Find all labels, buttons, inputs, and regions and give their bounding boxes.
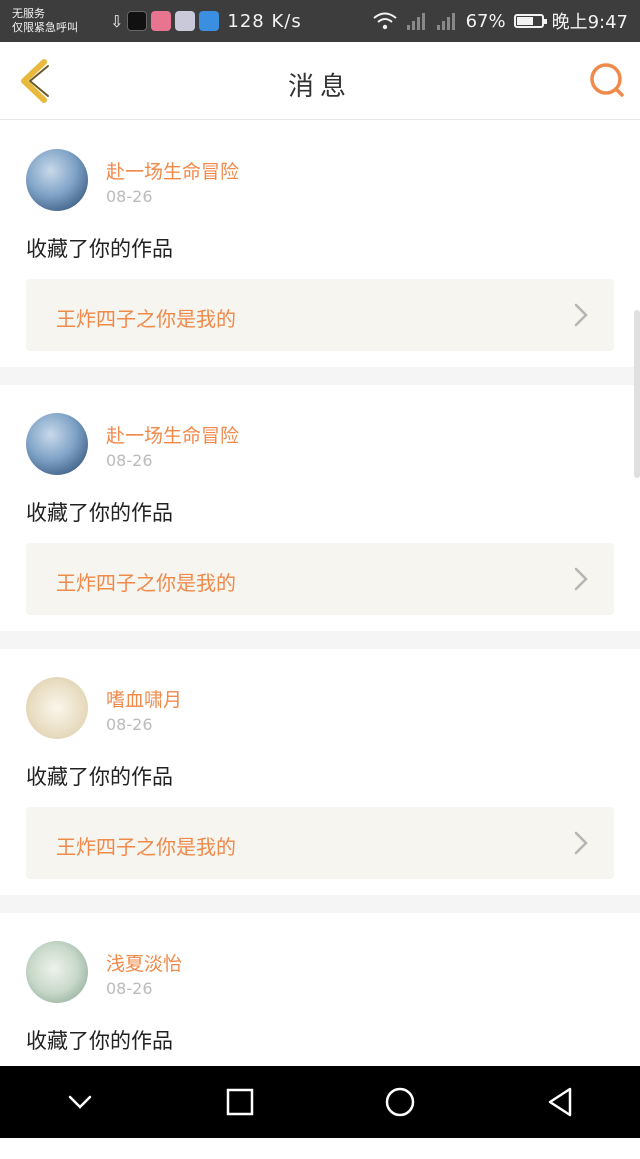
avatar[interactable] — [26, 413, 88, 475]
recents-button[interactable] — [220, 1082, 260, 1122]
work-title: 王炸四子之你是我的 — [56, 571, 236, 595]
work-link[interactable]: 王炸四子之你是我的 — [26, 543, 614, 615]
app-icon-pink — [151, 11, 172, 31]
message-item: 赴一场生命冒险 08-26 收藏了你的作品 王炸四子之你是我的 — [0, 385, 640, 631]
chevron-down-icon — [68, 1095, 92, 1109]
message-item: 赴一场生命冒险 08-26 收藏了你的作品 王炸四子之你是我的 — [0, 121, 640, 367]
divider — [0, 367, 640, 385]
page-title: 消息 — [287, 72, 352, 102]
notification-icons: ⇩ — [110, 11, 220, 31]
message-action: 收藏了你的作品 — [26, 1029, 173, 1053]
app-header: 消息 — [0, 42, 640, 120]
work-title: 王炸四子之你是我的 — [56, 835, 236, 859]
message-date: 08-26 — [106, 979, 153, 998]
system-nav-bar — [0, 1066, 640, 1138]
message-username[interactable]: 赴一场生命冒险 — [106, 421, 239, 448]
message-date: 08-26 — [106, 451, 153, 470]
square-icon — [226, 1088, 254, 1116]
divider — [0, 631, 640, 649]
search-button[interactable] — [586, 60, 626, 100]
work-link[interactable]: 王炸四子之你是我的 — [26, 807, 614, 879]
work-link[interactable]: 王炸四子之你是我的 — [26, 279, 614, 351]
hide-nav-button[interactable] — [60, 1082, 100, 1122]
signal-icon — [406, 13, 425, 30]
home-button[interactable] — [380, 1082, 420, 1122]
status-right: 67% 晚上9:47 — [372, 8, 628, 34]
app-icon-avatar — [175, 11, 196, 31]
message-username[interactable]: 浅夏淡怡 — [106, 949, 182, 976]
message-date: 08-26 — [106, 187, 153, 206]
scrollbar[interactable] — [634, 310, 640, 478]
message-list: 赴一场生命冒险 08-26 收藏了你的作品 王炸四子之你是我的 赴一场生命冒险 … — [0, 121, 640, 1159]
work-title: 王炸四子之你是我的 — [56, 307, 236, 331]
back-nav-button[interactable] — [540, 1082, 580, 1122]
wifi-icon — [372, 12, 397, 30]
status-bar: 无服务 仅限紧急呼叫 ⇩ 128 K/s 67% 晚上9:47 — [0, 0, 640, 42]
chevron-right-icon — [574, 567, 588, 591]
triangle-back-icon — [548, 1087, 572, 1117]
message-action: 收藏了你的作品 — [26, 501, 173, 525]
signal-icon-2 — [436, 13, 455, 30]
avatar[interactable] — [26, 149, 88, 211]
message-username[interactable]: 嗜血啸月 — [106, 685, 182, 712]
carrier-line-1: 无服务 — [12, 7, 45, 20]
message-date: 08-26 — [106, 715, 153, 734]
network-speed: 128 K/s — [227, 10, 302, 32]
message-username[interactable]: 赴一场生命冒险 — [106, 157, 239, 184]
carrier-line-2: 仅限紧急呼叫 — [12, 21, 78, 34]
chevron-right-icon — [574, 831, 588, 855]
download-icon: ⇩ — [110, 11, 124, 31]
chevron-right-icon — [574, 303, 588, 327]
circle-icon — [385, 1087, 415, 1117]
avatar[interactable] — [26, 941, 88, 1003]
divider — [0, 895, 640, 913]
app-icon-blue — [199, 11, 220, 31]
message-item: 嗜血啸月 08-26 收藏了你的作品 王炸四子之你是我的 — [0, 649, 640, 895]
battery-icon — [513, 14, 547, 28]
search-icon — [590, 63, 624, 97]
carrier-info: 无服务 仅限紧急呼叫 — [12, 7, 100, 35]
battery-percent: 67% — [465, 10, 506, 32]
avatar[interactable] — [26, 677, 88, 739]
message-action: 收藏了你的作品 — [26, 237, 173, 261]
clock: 晚上9:47 — [551, 12, 628, 33]
message-action: 收藏了你的作品 — [26, 765, 173, 789]
tiktok-icon — [127, 11, 148, 31]
